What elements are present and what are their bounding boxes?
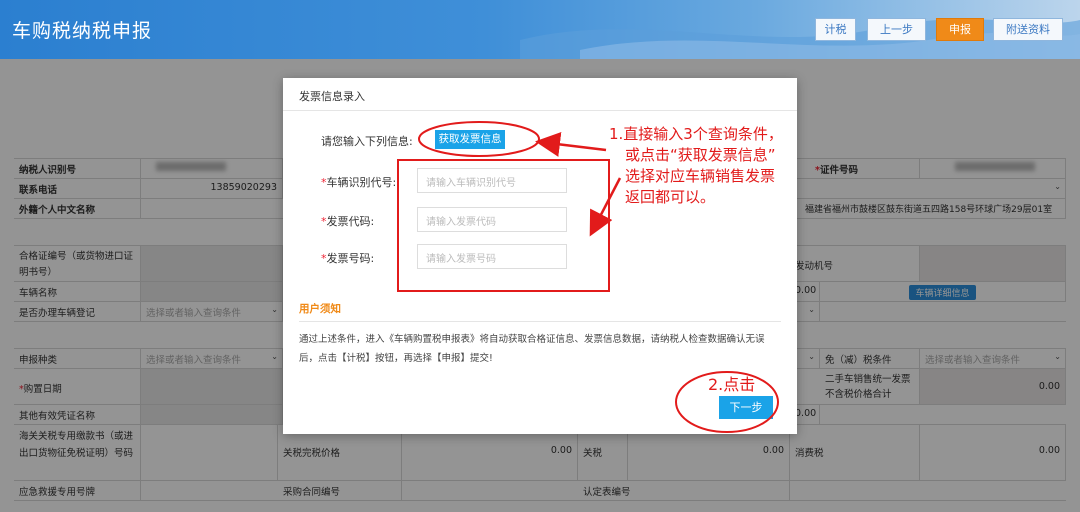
app-header: 车购税纳税申报 计税 上一步 申报 附送资料 <box>0 0 1080 59</box>
modal-title: 发票信息录入 <box>299 90 365 103</box>
notice-divider <box>299 321 781 322</box>
notice-text: 通过上述条件，进入《车辆购置税申报表》将自动获取合格证信息、发票信息数据，请纳税… <box>299 334 765 364</box>
prev-step-button[interactable]: 上一步 <box>867 18 926 41</box>
prompt-label: 请您输入下列信息: <box>321 135 413 148</box>
calc-tax-button[interactable]: 计税 <box>815 18 856 41</box>
invoice-no-label: *发票号码: <box>321 252 375 265</box>
vin-label: *车辆识别代号: <box>321 176 397 189</box>
fetch-invoice-button[interactable]: 获取发票信息 <box>435 130 505 149</box>
annotation-note-1-line-4: 返回都可以。 <box>625 188 716 206</box>
modal-divider <box>283 110 797 111</box>
annotation-note-1: 1.直接输入3个查询条件， 或点击“获取发票信息” 选择对应车辆销售发票 返回都… <box>609 124 783 208</box>
annotation-note-1-line-3: 选择对应车辆销售发票 <box>625 167 776 185</box>
annotation-note-1-line-2: 或点击“获取发票信息” <box>625 146 776 164</box>
next-step-button[interactable]: 下一步 <box>719 396 773 419</box>
vin-input[interactable]: 请输入车辆识别代号 <box>417 168 567 193</box>
invoice-code-label: *发票代码: <box>321 215 375 228</box>
annotation-note-2: 2.点击 <box>708 375 756 394</box>
notice-title: 用户须知 <box>299 303 341 315</box>
page-title: 车购税纳税申报 <box>12 20 153 42</box>
attach-docs-button[interactable]: 附送资料 <box>993 18 1063 41</box>
invoice-code-input[interactable]: 请输入发票代码 <box>417 207 567 232</box>
invoice-no-input[interactable]: 请输入发票号码 <box>417 244 567 269</box>
declare-button[interactable]: 申报 <box>936 18 984 41</box>
annotation-note-1-line-1: 1.直接输入3个查询条件， <box>609 125 783 143</box>
